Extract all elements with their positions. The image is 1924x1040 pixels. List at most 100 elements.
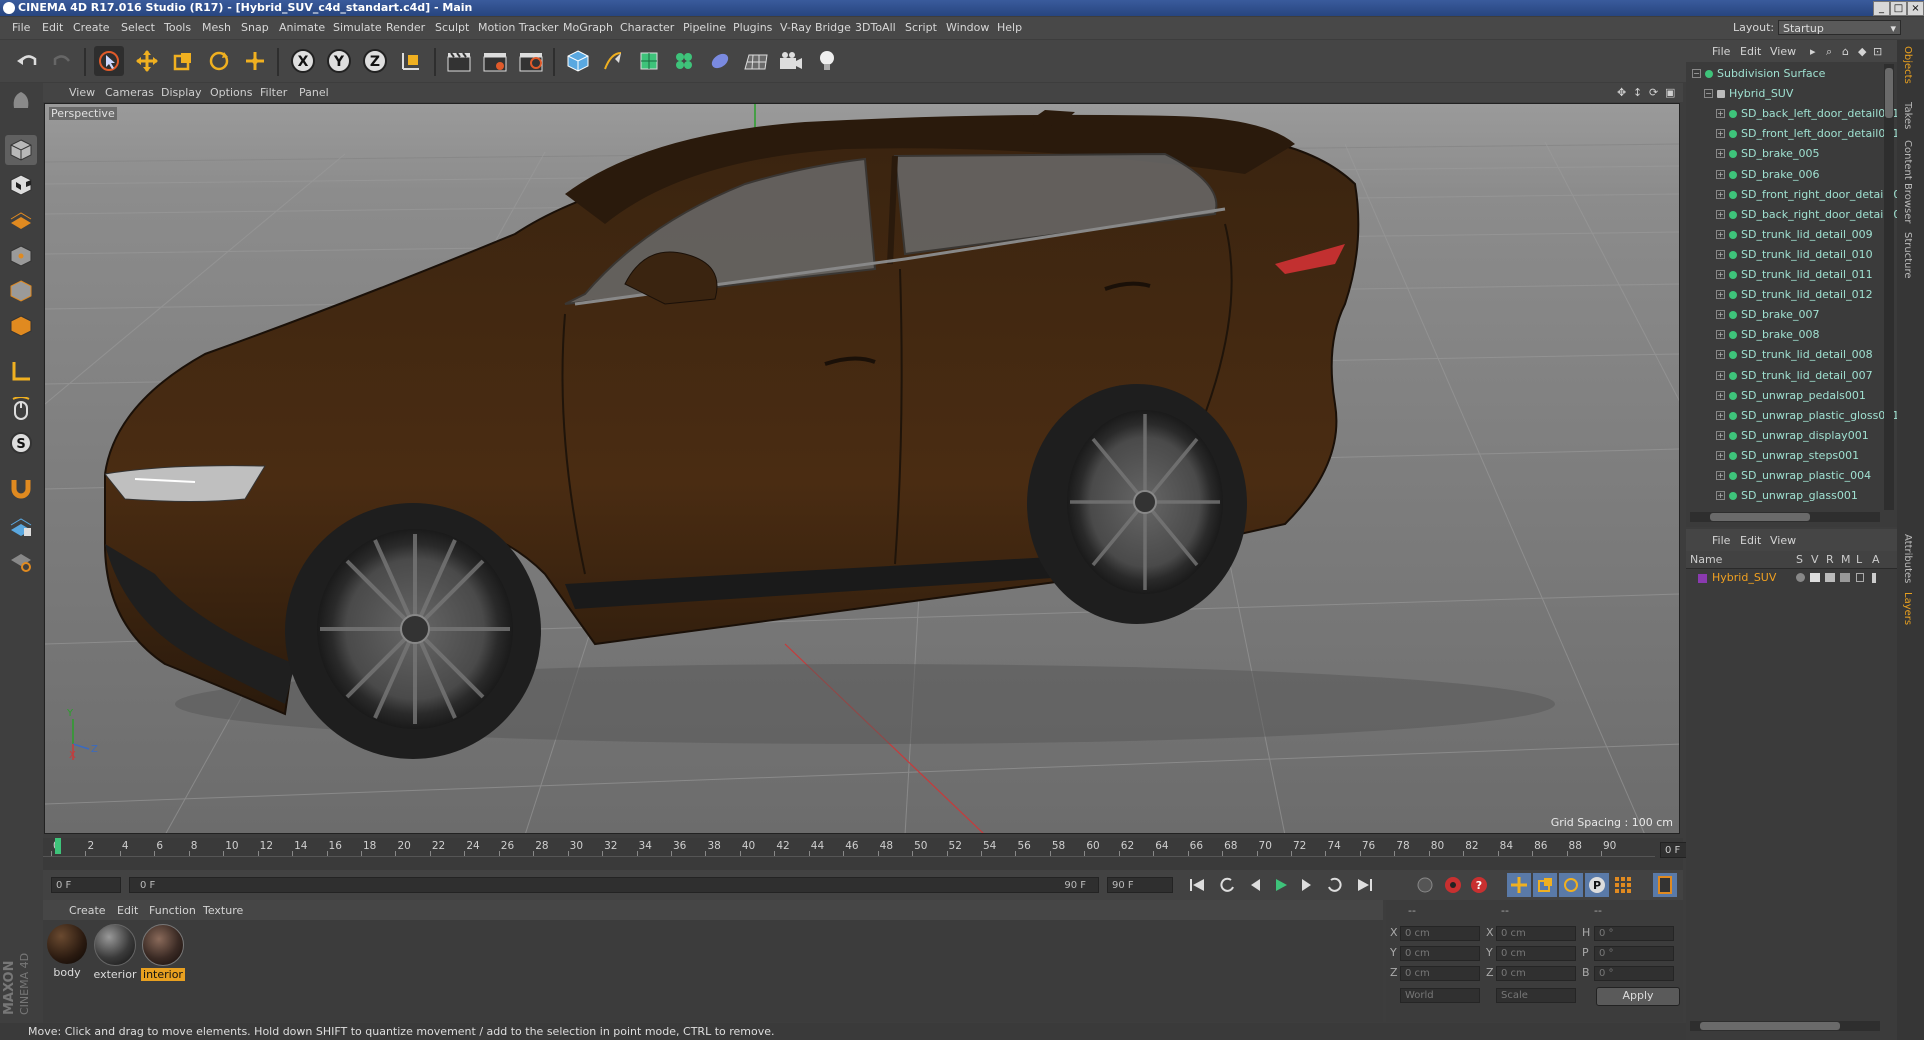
apply-button[interactable]: Apply <box>1596 987 1680 1006</box>
expand-icon[interactable]: + <box>1716 290 1725 300</box>
menu-character[interactable]: Character <box>620 21 674 34</box>
menu-render[interactable]: Render <box>386 21 425 34</box>
scale-mode-select[interactable]: Scale <box>1496 988 1576 1003</box>
viewport-menu-panel[interactable]: Panel <box>299 86 329 99</box>
expand-icon[interactable]: + <box>1716 491 1725 501</box>
object-menu-view[interactable]: View <box>1770 45 1796 58</box>
menu-edit[interactable]: Edit <box>42 21 63 34</box>
tab-objects[interactable]: Objects <box>1902 46 1913 84</box>
material-body[interactable]: body <box>45 924 89 979</box>
position-z-field[interactable]: 0 cm <box>1400 966 1480 981</box>
object-row[interactable]: + SD_back_left_door_detail001 <box>1686 104 1899 124</box>
tweak-mode-button[interactable] <box>5 394 37 424</box>
layer-render-icon[interactable] <box>1825 573 1835 582</box>
viewport-menu-view[interactable]: View <box>69 86 95 99</box>
texture-mode-button[interactable] <box>5 170 37 200</box>
minimize-button[interactable]: _ <box>1873 1 1890 16</box>
object-row[interactable]: + SD_trunk_lid_detail_011 <box>1686 265 1882 285</box>
expand-icon[interactable]: + <box>1716 169 1725 179</box>
layer-solo-icon[interactable] <box>1796 573 1805 582</box>
object-row[interactable]: + SD_trunk_lid_detail_012 <box>1686 285 1882 305</box>
viewport-camera-label[interactable]: Perspective <box>49 107 117 120</box>
timeline-ruler[interactable]: 0246810121416182022242628303234363840424… <box>43 838 1726 872</box>
model-mode-button[interactable] <box>5 135 37 165</box>
menu-script[interactable]: Script <box>905 21 937 34</box>
key-scale-button[interactable] <box>1533 873 1557 897</box>
menu-tools[interactable]: Tools <box>164 21 191 34</box>
viewport-move-icon[interactable]: ✥ <box>1617 86 1626 99</box>
expand-icon[interactable]: + <box>1716 390 1725 400</box>
object-row[interactable]: + SD_unwrap_steps001 <box>1686 446 1882 466</box>
make-editable-button[interactable] <box>5 86 37 116</box>
undo-button[interactable] <box>12 46 42 76</box>
collapse-icon[interactable]: − <box>1704 89 1713 99</box>
mograph-cloner-button[interactable] <box>669 46 699 76</box>
menu-mograph[interactable]: MoGraph <box>563 21 613 34</box>
scale-tool-button[interactable] <box>168 46 198 76</box>
x-axis-button[interactable]: X <box>288 46 318 76</box>
object-row[interactable]: + SD_back_right_door_detail00 <box>1686 205 1900 225</box>
play-button[interactable] <box>1269 873 1293 897</box>
size-z-field[interactable]: 0 cm <box>1496 966 1576 981</box>
collapse-icon[interactable]: − <box>1692 69 1701 78</box>
expand-icon[interactable]: + <box>1716 450 1725 460</box>
expand-icon[interactable]: + <box>1716 270 1725 279</box>
viewport-zoom-icon[interactable]: ↕ <box>1633 86 1642 99</box>
end-frame-field[interactable]: 90 F <box>1107 877 1173 893</box>
render-settings-button[interactable] <box>516 46 546 76</box>
menu-help[interactable]: Help <box>997 21 1022 34</box>
viewport-menu-cameras[interactable]: Cameras <box>105 86 154 99</box>
expand-icon[interactable]: + <box>1716 189 1725 199</box>
object-row[interactable]: + SD_brake_008 <box>1686 325 1882 345</box>
viewport-maximize-icon[interactable]: ▣ <box>1665 86 1675 99</box>
key-pla-button[interactable] <box>1611 873 1635 897</box>
deformer-button[interactable] <box>705 46 735 76</box>
menu-animate[interactable]: Animate <box>279 21 325 34</box>
tab-structure[interactable]: Structure <box>1902 232 1913 279</box>
menu-vray-bridge[interactable]: V-Ray Bridge <box>780 21 851 34</box>
material-interior[interactable]: interior <box>141 924 185 981</box>
expand-icon[interactable]: + <box>1716 310 1725 320</box>
render-picture-viewer-button[interactable] <box>480 46 510 76</box>
frame-range-slider[interactable]: 0 F 90 F <box>129 877 1099 893</box>
coordinate-system-button[interactable] <box>396 46 426 76</box>
menu-mesh[interactable]: Mesh <box>202 21 231 34</box>
subdivision-surface-button[interactable] <box>634 46 664 76</box>
object-row[interactable]: + SD_trunk_lid_detail_007 <box>1686 366 1882 386</box>
viewport-menu-filter[interactable]: Filter <box>260 86 287 99</box>
previous-frame-button[interactable] <box>1243 873 1267 897</box>
object-row[interactable]: + SD_trunk_lid_detail_010 <box>1686 245 1882 265</box>
menu-create[interactable]: Create <box>73 21 110 34</box>
object-hscrollbar[interactable] <box>1690 512 1880 522</box>
position-y-field[interactable]: 0 cm <box>1400 946 1480 961</box>
tab-content-browser[interactable]: Content Browser <box>1902 140 1913 223</box>
transform-tool-button[interactable] <box>240 46 270 76</box>
key-rotation-button[interactable] <box>1559 873 1583 897</box>
tab-layers[interactable]: Layers <box>1902 592 1913 625</box>
render-view-button[interactable] <box>444 46 474 76</box>
menu-file[interactable]: File <box>12 21 30 34</box>
timeline-playhead[interactable] <box>55 838 61 854</box>
magnet-button[interactable] <box>5 473 37 503</box>
next-frame-button[interactable] <box>1295 873 1319 897</box>
material-menu-texture[interactable]: Texture <box>203 904 243 917</box>
expand-icon[interactable]: + <box>1716 471 1725 480</box>
material-menu-create[interactable]: Create <box>69 904 106 917</box>
camera-button[interactable] <box>776 46 806 76</box>
expand-icon[interactable]: + <box>1716 410 1725 420</box>
layer-menu-file[interactable]: File <box>1712 534 1730 547</box>
coordinate-space-select[interactable]: World <box>1400 988 1480 1003</box>
object-row-subdivision-surface[interactable]: − Subdivision Surface <box>1686 64 1882 84</box>
object-row[interactable]: + SD_trunk_lid_detail_009 <box>1686 225 1882 245</box>
layer-lock-icon[interactable] <box>1856 573 1864 582</box>
object-row[interactable]: + SD_brake_006 <box>1686 165 1882 185</box>
arrow-right-icon[interactable]: ▸ <box>1810 45 1816 58</box>
snap-button[interactable]: S <box>5 428 37 458</box>
rotate-tool-button[interactable] <box>204 46 234 76</box>
go-to-start-button[interactable] <box>1185 873 1209 897</box>
move-tool-button[interactable] <box>132 46 162 76</box>
edges-mode-button[interactable] <box>5 276 37 306</box>
planar-workplane-button[interactable] <box>5 545 37 575</box>
menu-select[interactable]: Select <box>121 21 155 34</box>
expand-icon[interactable]: + <box>1716 350 1725 360</box>
